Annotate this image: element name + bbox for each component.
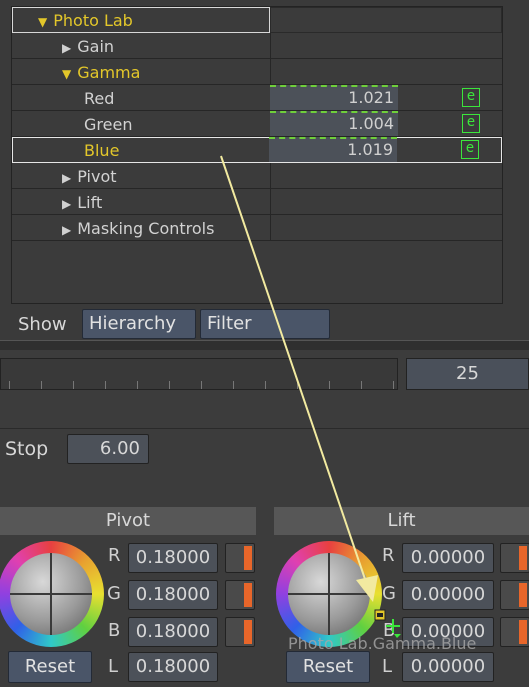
pivot-r-swatch[interactable]: [225, 543, 255, 573]
lift-l-field[interactable]: 0.00000: [402, 652, 494, 682]
lift-g-field[interactable]: 0.00000: [402, 580, 494, 610]
pivot-b-field[interactable]: 0.18000: [128, 617, 218, 647]
tree-label-gamma: Gamma: [77, 63, 141, 82]
lift-r-label: R: [382, 545, 395, 566]
panel-splitter[interactable]: [0, 340, 529, 350]
pivot-b-swatch[interactable]: [225, 617, 255, 647]
triangle-right-icon[interactable]: ▶: [62, 171, 71, 185]
timeline-tick: [201, 381, 202, 389]
pivot-r-field[interactable]: 0.18000: [128, 543, 218, 573]
tree-label-red: Red: [84, 89, 115, 108]
tree-row-masking-controls[interactable]: ▶ Masking Controls: [12, 215, 502, 241]
timeline-tick: [329, 381, 330, 389]
pivot-l-label: L: [108, 656, 119, 677]
tree-row-pivot[interactable]: ▶ Pivot: [12, 163, 502, 189]
pivot-b-label: B: [108, 620, 121, 641]
lift-l-label: L: [382, 656, 393, 677]
tree-row-red[interactable]: Red 1.021 e: [12, 85, 502, 111]
show-label: Show: [18, 314, 67, 335]
pivot-reset-button[interactable]: Reset: [8, 651, 92, 683]
triangle-right-icon[interactable]: ▶: [62, 197, 71, 211]
parameter-tree: ▼ Photo Lab ▶ Gain ▼ Gamma Red 1.021 e Gree…: [11, 6, 503, 304]
tree-row-green[interactable]: Green 1.004 e: [12, 111, 502, 137]
triangle-right-icon[interactable]: ▶: [62, 41, 71, 55]
stop-label: Stop: [5, 438, 49, 460]
tree-row-value-cell: [270, 7, 502, 33]
pivot-g-label: G: [107, 583, 121, 604]
expression-e-icon[interactable]: e: [462, 88, 480, 107]
lift-reset-button[interactable]: Reset: [286, 651, 370, 683]
tree-row-gain[interactable]: ▶ Gain: [12, 33, 502, 59]
tree-row-blue[interactable]: Blue 1.019 e: [12, 137, 502, 163]
expression-e-icon[interactable]: e: [461, 140, 479, 159]
tree-label-photo-lab: Photo Lab: [53, 11, 133, 30]
lift-r-field[interactable]: 0.00000: [402, 543, 494, 573]
parameter-tree-panel: ▼ Photo Lab ▶ Gain ▼ Gamma Red 1.021 e Gree…: [0, 0, 529, 340]
lift-g-label: G: [382, 583, 396, 604]
blue-value-field[interactable]: 1.019: [269, 137, 397, 162]
expression-e-icon[interactable]: e: [462, 114, 480, 133]
timeline-tick: [73, 381, 74, 389]
tree-row-photo-lab[interactable]: ▼ Photo Lab: [12, 7, 502, 33]
timeline-tick: [105, 381, 106, 389]
pivot-g-field[interactable]: 0.18000: [128, 580, 218, 610]
tree-row-lift[interactable]: ▶ Lift: [12, 189, 502, 215]
timeline-ruler[interactable]: [0, 358, 398, 390]
pivot-color-wheel[interactable]: [0, 541, 104, 647]
triangle-down-icon[interactable]: ▼: [38, 15, 47, 29]
tree-label-blue: Blue: [84, 141, 120, 160]
timeline-tick: [169, 381, 170, 389]
timeline-tick: [361, 381, 362, 389]
timeline-tick: [265, 381, 266, 389]
tree-label-pivot: Pivot: [77, 167, 117, 186]
pivot-r-label: R: [108, 545, 121, 566]
tree-label-masking-controls: Masking Controls: [77, 219, 215, 238]
tree-label-green: Green: [84, 115, 133, 134]
pivot-l-field[interactable]: 0.18000: [128, 652, 218, 682]
triangle-right-icon[interactable]: ▶: [62, 223, 71, 237]
drag-cursor-icon: [374, 609, 401, 638]
green-value-field[interactable]: 1.004: [270, 111, 398, 136]
timeline-tick: [137, 381, 138, 389]
divider: [0, 428, 529, 429]
lift-b-swatch[interactable]: [500, 617, 529, 647]
stop-value-field[interactable]: 6.00: [67, 434, 149, 464]
tree-label-lift: Lift: [77, 193, 103, 212]
timeline-tick: [393, 381, 394, 389]
lift-color-wheel[interactable]: [276, 541, 382, 647]
hierarchy-button[interactable]: Hierarchy: [82, 309, 196, 339]
lift-r-swatch[interactable]: [500, 543, 529, 573]
current-frame-field[interactable]: 25: [406, 358, 529, 390]
timeline-tick: [9, 381, 10, 389]
pivot-section-header: Pivot: [0, 507, 256, 535]
triangle-down-icon[interactable]: ▼: [62, 67, 71, 81]
timeline-tick: [233, 381, 234, 389]
timeline-tick: [297, 381, 298, 389]
filter-button[interactable]: Filter: [200, 309, 330, 339]
red-value-field[interactable]: 1.021: [270, 85, 398, 110]
pivot-g-swatch[interactable]: [225, 580, 255, 610]
lift-section-header: Lift: [274, 507, 529, 535]
lift-g-swatch[interactable]: [500, 580, 529, 610]
timeline-tick: [41, 381, 42, 389]
tree-label-gain: Gain: [77, 37, 115, 56]
tree-row-gamma[interactable]: ▼ Gamma: [12, 59, 502, 85]
